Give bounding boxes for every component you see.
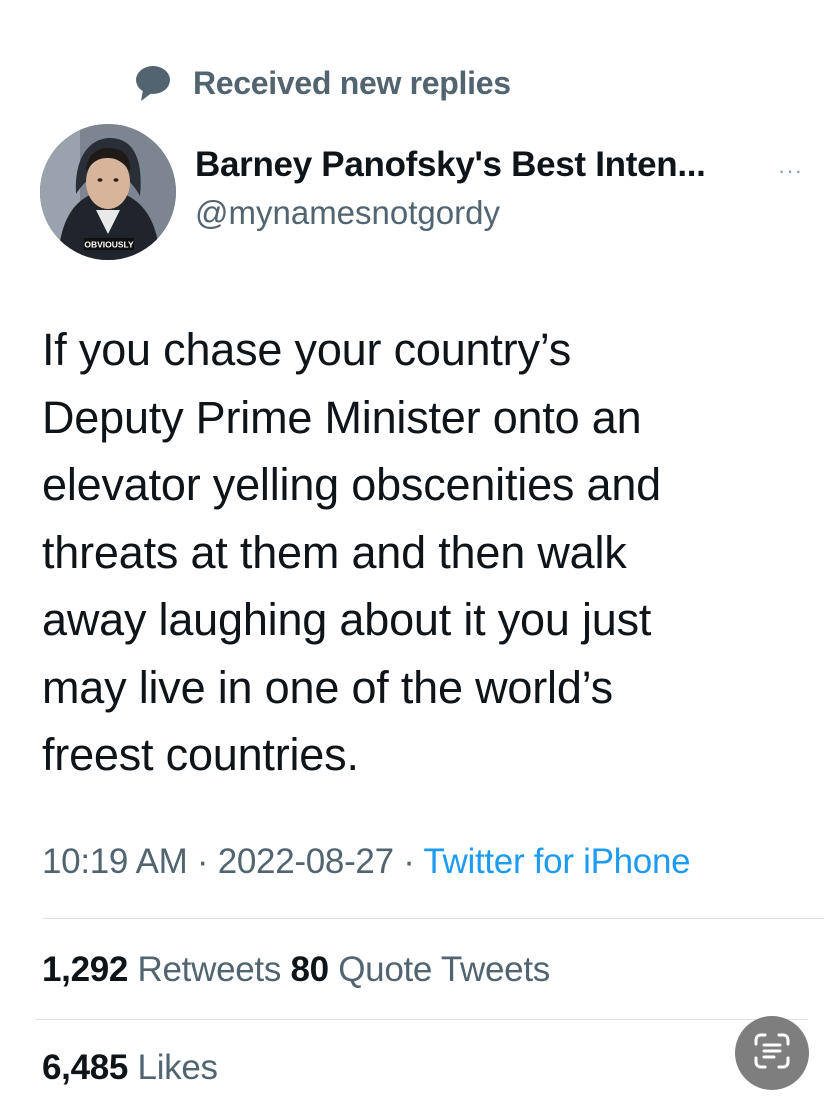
divider bbox=[42, 918, 824, 919]
quote-tweets-label: Quote Tweets bbox=[338, 950, 550, 989]
likes-label: Likes bbox=[137, 1048, 219, 1087]
divider bbox=[36, 1019, 808, 1020]
user-handle[interactable]: @mynamesnotgordy bbox=[195, 191, 706, 235]
quote-tweets-count: 80 bbox=[290, 950, 329, 989]
banner-text: Received new replies bbox=[193, 64, 511, 101]
retweets-stat[interactable]: 1,292 Retweets bbox=[42, 950, 290, 989]
tweet-line: freest countries. bbox=[42, 729, 359, 780]
avatar[interactable]: OBVIOUSLY bbox=[40, 124, 176, 260]
tweet-text: If you chase your country’s Deputy Prime… bbox=[42, 316, 802, 789]
likes-row: 6,485 Likes bbox=[42, 1048, 218, 1088]
tweet-time[interactable]: 10:19 AM bbox=[42, 842, 188, 881]
meta-separator: · bbox=[403, 842, 415, 881]
likes-count: 6,485 bbox=[42, 1048, 129, 1087]
tweet-source-link[interactable]: Twitter for iPhone bbox=[423, 842, 690, 881]
retweets-count: 1,292 bbox=[42, 950, 129, 989]
tweet-line: elevator yelling obscenities and bbox=[42, 459, 661, 510]
likes-stat[interactable]: 6,485 Likes bbox=[42, 1048, 218, 1087]
speech-bubble-icon bbox=[133, 63, 173, 103]
new-replies-banner[interactable]: Received new replies bbox=[133, 60, 511, 106]
author-info[interactable]: Barney Panofsky's Best Inten... @mynames… bbox=[195, 143, 706, 235]
tweet-line: may live in one of the world’s bbox=[42, 661, 613, 713]
live-text-scan-icon bbox=[752, 1031, 792, 1076]
more-options-icon[interactable]: ··· bbox=[778, 158, 803, 184]
retweets-label: Retweets bbox=[137, 950, 282, 989]
tweet-line: Deputy Prime Minister onto an bbox=[42, 391, 642, 443]
quote-tweets-stat[interactable]: 80 Quote Tweets bbox=[290, 950, 550, 989]
live-text-scan-button[interactable] bbox=[735, 1016, 809, 1090]
display-name[interactable]: Barney Panofsky's Best Inten... bbox=[195, 143, 706, 187]
tweet-date[interactable]: 2022-08-27 bbox=[218, 842, 394, 881]
tweet-line: threats at them and then walk bbox=[42, 526, 627, 578]
avatar-caption: OBVIOUSLY bbox=[84, 240, 134, 250]
meta-separator: · bbox=[196, 842, 209, 881]
tweet-meta: 10:19 AM · 2022-08-27 · Twitter for iPho… bbox=[42, 842, 691, 882]
engagement-stats-row: 1,292 Retweets 80 Quote Tweets bbox=[42, 950, 550, 990]
tweet-line: If you chase your country’s bbox=[42, 324, 572, 375]
tweet-line: away laughing about it you just bbox=[42, 594, 652, 645]
